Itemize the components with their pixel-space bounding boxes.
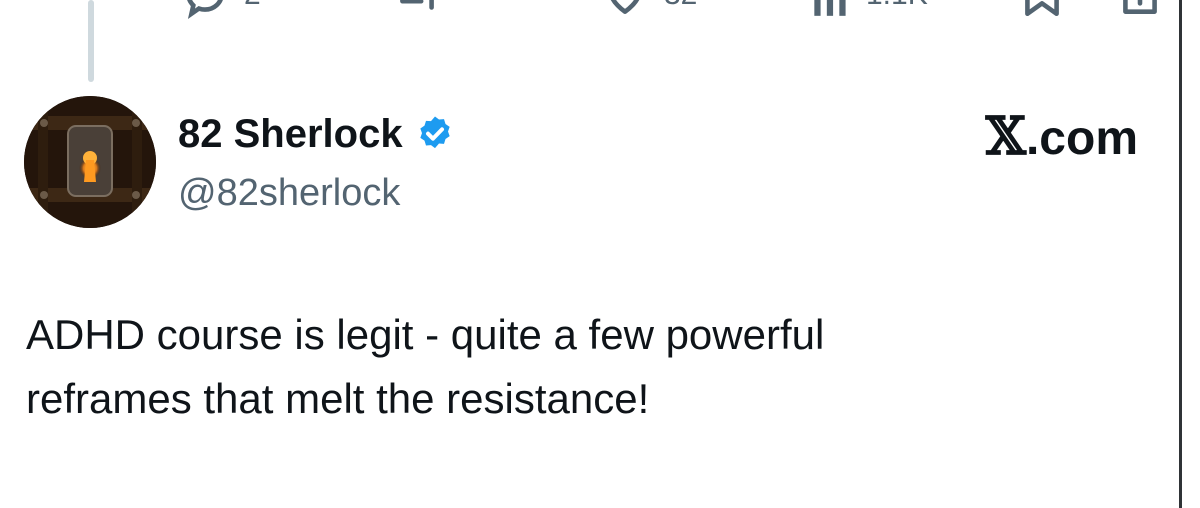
- bookmark-icon: [1025, 0, 1059, 17]
- reply-count: 2: [244, 0, 261, 20]
- like-count: 32: [664, 0, 697, 20]
- verified-badge-icon[interactable]: [415, 114, 455, 154]
- reply-button[interactable]: 2: [180, 0, 261, 20]
- heart-icon: [610, 0, 640, 14]
- views-chart-icon: [814, 0, 846, 16]
- tweet-text-line: reframes that melt the resistance!: [26, 375, 650, 422]
- views-count: 1.1K: [866, 0, 928, 20]
- tweet-text-line: ADHD course is legit - quite a few power…: [26, 311, 825, 358]
- repost-button[interactable]: [392, 0, 442, 20]
- reply-icon: [187, 0, 223, 19]
- brand-domain-suffix: .com: [1025, 112, 1138, 165]
- tweet-text: ADHD course is legit - quite a few power…: [26, 303, 1126, 431]
- avatar[interactable]: [24, 96, 156, 228]
- x-logo-icon: 𝕏: [985, 106, 1026, 167]
- bookmark-button[interactable]: [1020, 0, 1064, 20]
- repost-icon: [400, 0, 434, 10]
- previous-tweet-action-bar: 2 32 1.1K: [0, 0, 1200, 20]
- author-info: 82 Sherlock @82sherlock: [178, 108, 455, 220]
- keyhole-chest-avatar-image: [24, 96, 156, 228]
- user-handle[interactable]: @82sherlock: [178, 166, 455, 220]
- share-icon: [1123, 0, 1157, 14]
- share-button[interactable]: [1118, 0, 1162, 20]
- views-button[interactable]: 1.1K: [810, 0, 928, 20]
- like-button[interactable]: 32: [600, 0, 697, 20]
- right-edge-border: [1179, 0, 1200, 508]
- x-com-brand-logo: 𝕏 .com: [986, 108, 1138, 168]
- display-name[interactable]: 82 Sherlock: [178, 108, 403, 160]
